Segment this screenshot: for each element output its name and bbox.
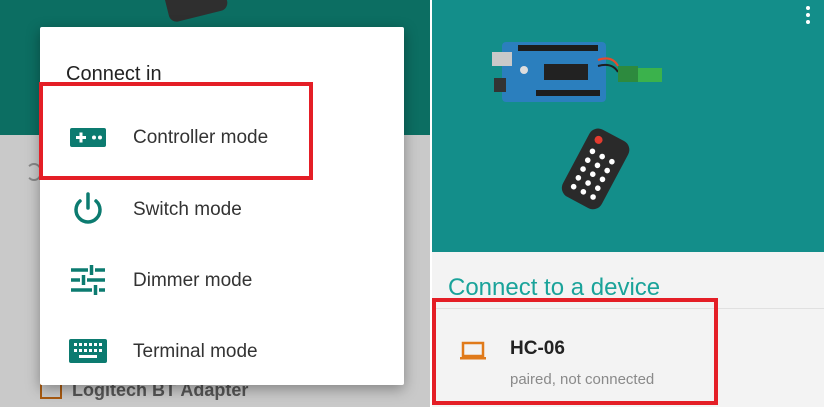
option-label: Terminal mode (133, 341, 258, 362)
microcontroller-chip (544, 64, 588, 80)
power-jack (494, 78, 506, 92)
option-label: Switch mode (133, 199, 242, 220)
ir-remote (561, 128, 630, 210)
bluetooth-module (618, 66, 638, 82)
laptop-icon (40, 383, 62, 400)
sliders-icon (71, 265, 105, 295)
keyboard-icon (69, 339, 107, 363)
hero-banner (432, 0, 824, 252)
more-options-icon[interactable] (806, 6, 810, 27)
option-label: Dimmer mode (133, 270, 253, 291)
right-screen: Connect to a device HC-06 paired, not co… (432, 0, 824, 407)
highlight-box-device (432, 298, 718, 405)
usb-port (492, 52, 512, 66)
option-switch-mode[interactable]: Switch mode (40, 177, 404, 241)
left-screen: Logitech BT Adapter Connect in Controlle… (0, 0, 430, 407)
option-dimmer-mode[interactable]: Dimmer mode (40, 248, 404, 312)
highlight-box-controller-mode (39, 82, 313, 180)
connect-mode-dialog: Connect in Controller mode Switch mode D… (40, 27, 404, 385)
power-icon (74, 192, 102, 224)
arduino-remote-illustration (492, 42, 662, 210)
option-terminal-mode[interactable]: Terminal mode (40, 319, 404, 383)
